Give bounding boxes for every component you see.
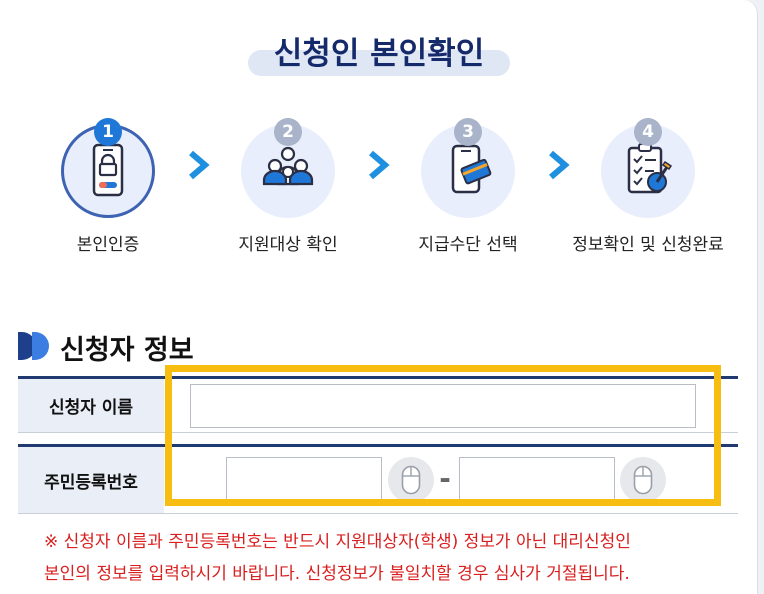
rrn-back-input[interactable] xyxy=(459,457,615,501)
step-2-number: 2 xyxy=(274,118,302,146)
step-3: 3 지급수단 선택 xyxy=(373,118,563,258)
section-title: 신청자 정보 xyxy=(60,335,194,366)
rrn-back-mouse-keypad-button[interactable] xyxy=(620,457,666,503)
step-2: 2 지원대상 확인 xyxy=(193,118,383,258)
section-heading: 신청자 정보 xyxy=(18,328,318,366)
name-label: 신청자 이름 xyxy=(18,379,164,432)
section-bullet-icon xyxy=(18,332,49,360)
notice-text: ※ 신청자 이름과 주민등록번호는 반드시 지원대상자(학생) 정보가 아닌 대… xyxy=(44,526,734,590)
mouse-icon xyxy=(633,465,653,495)
rrn-row: 주민등록번호 - xyxy=(18,444,738,514)
step-2-label: 지원대상 확인 xyxy=(238,235,338,255)
rrn-front-input[interactable] xyxy=(226,457,382,501)
rrn-label: 주민등록번호 xyxy=(18,447,164,513)
notice-line-2: 본인의 정보를 입력하시기 바랍니다. 신청정보가 불일치할 경우 심사가 거절… xyxy=(44,564,630,584)
notice-line-1: ※ 신청자 이름과 주민등록번호는 반드시 지원대상자(학생) 정보가 아닌 대… xyxy=(44,532,631,552)
step-1: 1 본인인증 xyxy=(13,118,203,258)
rrn-separator: - xyxy=(439,462,451,495)
checklist-icon xyxy=(627,143,673,194)
step-3-label: 지급수단 선택 xyxy=(418,235,518,255)
step-1-label: 본인인증 xyxy=(76,235,140,255)
page: 신청인 본인확인 1 본인인증 2 지원대상 확인 3 지급수단 선택 4 정보… xyxy=(0,0,758,594)
applicant-form: 신청자 이름 주민등록번호 - xyxy=(18,376,738,514)
applicant-name-input[interactable] xyxy=(190,384,696,428)
group-people-icon xyxy=(262,146,314,186)
rrn-front-mouse-keypad-button[interactable] xyxy=(388,457,434,503)
step-4-label: 정보확인 및 신청완료 xyxy=(572,235,724,255)
step-1-number: 1 xyxy=(94,118,122,146)
name-row: 신청자 이름 xyxy=(18,376,738,433)
step-4: 4 정보확인 및 신청완료 xyxy=(553,118,743,258)
page-title: 신청인 본인확인 xyxy=(273,36,485,72)
step-4-number: 4 xyxy=(634,118,662,146)
mouse-icon xyxy=(401,465,421,495)
phone-lock-icon xyxy=(92,143,124,197)
phone-card-icon xyxy=(451,144,492,194)
step-3-number: 3 xyxy=(454,118,482,146)
page-title-area: 신청인 본인확인 xyxy=(248,28,510,76)
